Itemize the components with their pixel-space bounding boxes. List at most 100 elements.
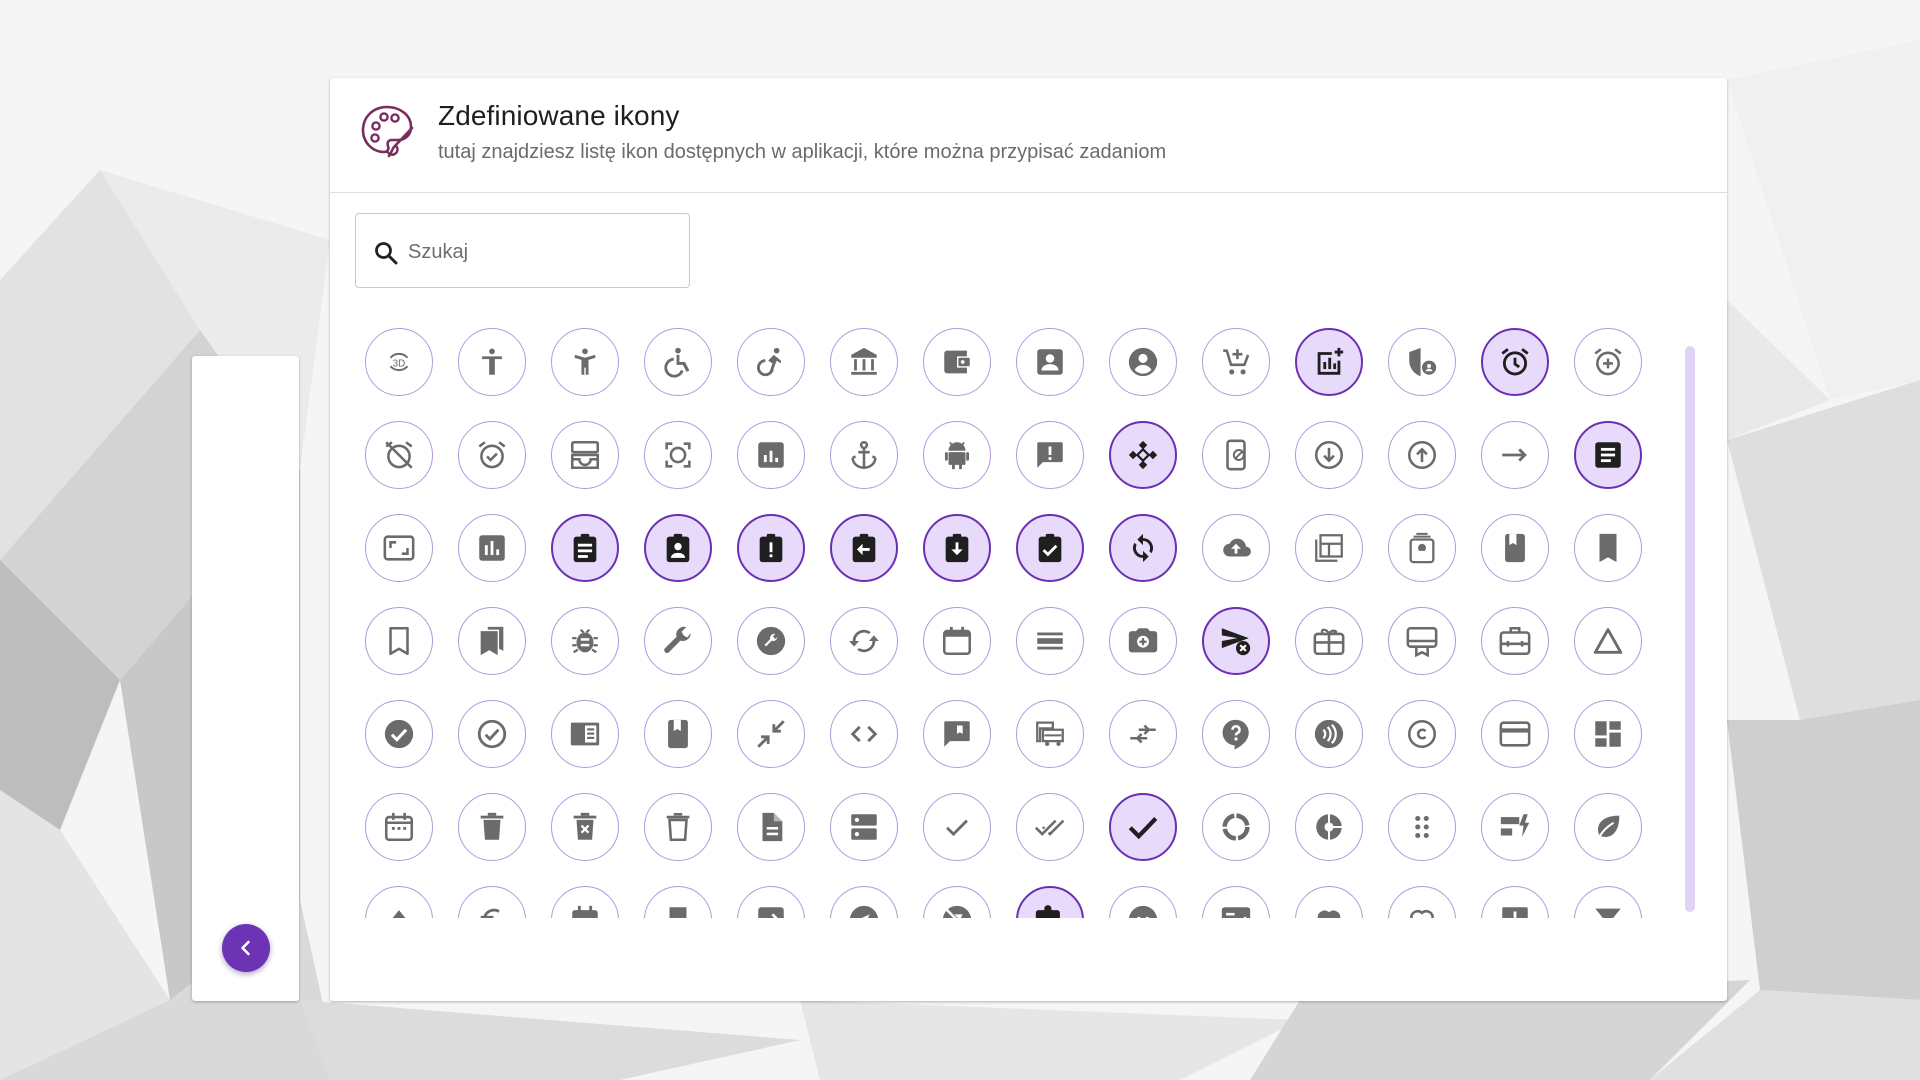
- icon-option[interactable]: [1481, 514, 1549, 582]
- icon-option[interactable]: [923, 886, 991, 918]
- search-field[interactable]: [355, 213, 690, 288]
- icon-option[interactable]: [830, 793, 898, 861]
- icon-option[interactable]: [830, 514, 898, 582]
- icon-option[interactable]: [1295, 328, 1363, 396]
- icon-option[interactable]: [1481, 328, 1549, 396]
- icon-option[interactable]: [923, 607, 991, 675]
- icon-option[interactable]: [644, 700, 712, 768]
- icon-option[interactable]: [1388, 421, 1456, 489]
- icon-option[interactable]: [1388, 700, 1456, 768]
- icon-option[interactable]: [923, 514, 991, 582]
- icon-option[interactable]: [737, 328, 805, 396]
- icon-option[interactable]: [365, 793, 433, 861]
- icon-option[interactable]: [1202, 514, 1270, 582]
- icon-option[interactable]: [1295, 793, 1363, 861]
- icon-option[interactable]: [830, 607, 898, 675]
- icon-option[interactable]: [737, 514, 805, 582]
- icon-option[interactable]: [830, 700, 898, 768]
- icon-option[interactable]: 3D: [365, 328, 433, 396]
- icon-option[interactable]: [1574, 700, 1642, 768]
- icon-option[interactable]: [1016, 421, 1084, 489]
- icon-option[interactable]: [644, 328, 712, 396]
- icon-option[interactable]: [1295, 700, 1363, 768]
- icon-option[interactable]: [1388, 793, 1456, 861]
- icon-option[interactable]: [737, 607, 805, 675]
- icon-option[interactable]: [1481, 607, 1549, 675]
- icon-option[interactable]: [1202, 328, 1270, 396]
- icon-option[interactable]: [1574, 607, 1642, 675]
- icon-option[interactable]: [1481, 700, 1549, 768]
- icon-option[interactable]: [458, 886, 526, 918]
- icon-option[interactable]: [551, 793, 619, 861]
- icon-option[interactable]: [365, 421, 433, 489]
- icon-option[interactable]: [551, 700, 619, 768]
- icon-option[interactable]: [737, 700, 805, 768]
- icon-option[interactable]: [737, 421, 805, 489]
- icon-option[interactable]: [1202, 793, 1270, 861]
- icon-option[interactable]: [551, 421, 619, 489]
- icon-option[interactable]: [365, 514, 433, 582]
- icon-option[interactable]: [923, 421, 991, 489]
- icon-option[interactable]: [923, 793, 991, 861]
- icon-option[interactable]: [1109, 886, 1177, 918]
- icon-option[interactable]: [1202, 607, 1270, 675]
- icon-option[interactable]: [551, 328, 619, 396]
- icon-option[interactable]: [551, 886, 619, 918]
- icon-option[interactable]: [1574, 793, 1642, 861]
- icon-option[interactable]: [1016, 793, 1084, 861]
- icon-option[interactable]: [923, 700, 991, 768]
- icon-option[interactable]: [830, 328, 898, 396]
- icon-option[interactable]: [458, 793, 526, 861]
- icon-option[interactable]: [1481, 421, 1549, 489]
- icon-option[interactable]: [737, 886, 805, 918]
- icon-option[interactable]: [1574, 886, 1642, 918]
- icon-option[interactable]: [1016, 700, 1084, 768]
- icon-option[interactable]: [1109, 328, 1177, 396]
- icon-option[interactable]: [1295, 607, 1363, 675]
- icon-option[interactable]: [644, 421, 712, 489]
- icon-option[interactable]: [1016, 607, 1084, 675]
- icon-option[interactable]: [1109, 700, 1177, 768]
- icon-option[interactable]: [458, 514, 526, 582]
- icon-option[interactable]: [644, 607, 712, 675]
- icon-option[interactable]: [1295, 886, 1363, 918]
- icon-option[interactable]: [644, 793, 712, 861]
- icon-option[interactable]: [1295, 421, 1363, 489]
- collapse-sidebar-button[interactable]: [222, 924, 270, 972]
- icon-option[interactable]: [1574, 514, 1642, 582]
- icon-option[interactable]: [1574, 328, 1642, 396]
- icon-option[interactable]: [644, 886, 712, 918]
- icon-option[interactable]: [1388, 886, 1456, 918]
- icon-option[interactable]: [644, 514, 712, 582]
- icon-option[interactable]: [830, 421, 898, 489]
- icon-option[interactable]: [1481, 886, 1549, 918]
- icon-option[interactable]: [551, 607, 619, 675]
- icon-option[interactable]: [1109, 514, 1177, 582]
- icon-option[interactable]: [1109, 607, 1177, 675]
- icon-option[interactable]: [1016, 886, 1084, 918]
- icon-option[interactable]: [1388, 328, 1456, 396]
- icon-option[interactable]: [1481, 793, 1549, 861]
- icon-option[interactable]: [458, 328, 526, 396]
- icon-option[interactable]: [830, 886, 898, 918]
- icon-option[interactable]: [1016, 328, 1084, 396]
- icon-option[interactable]: [458, 421, 526, 489]
- icon-option[interactable]: [923, 328, 991, 396]
- icon-option[interactable]: [365, 607, 433, 675]
- icon-option[interactable]: [458, 700, 526, 768]
- scrollbar[interactable]: [1685, 346, 1695, 912]
- icon-option[interactable]: [458, 607, 526, 675]
- icon-option[interactable]: [365, 700, 433, 768]
- icon-option[interactable]: [1202, 886, 1270, 918]
- icon-option[interactable]: [1202, 700, 1270, 768]
- icon-option[interactable]: [1295, 514, 1363, 582]
- icon-option[interactable]: [1016, 514, 1084, 582]
- icon-option[interactable]: [1388, 514, 1456, 582]
- icon-option[interactable]: [1388, 607, 1456, 675]
- icon-option[interactable]: [1574, 421, 1642, 489]
- icon-option[interactable]: [1202, 421, 1270, 489]
- icon-option[interactable]: [1109, 793, 1177, 861]
- icon-option[interactable]: [365, 886, 433, 918]
- icon-option[interactable]: [1109, 421, 1177, 489]
- search-input[interactable]: [406, 232, 680, 272]
